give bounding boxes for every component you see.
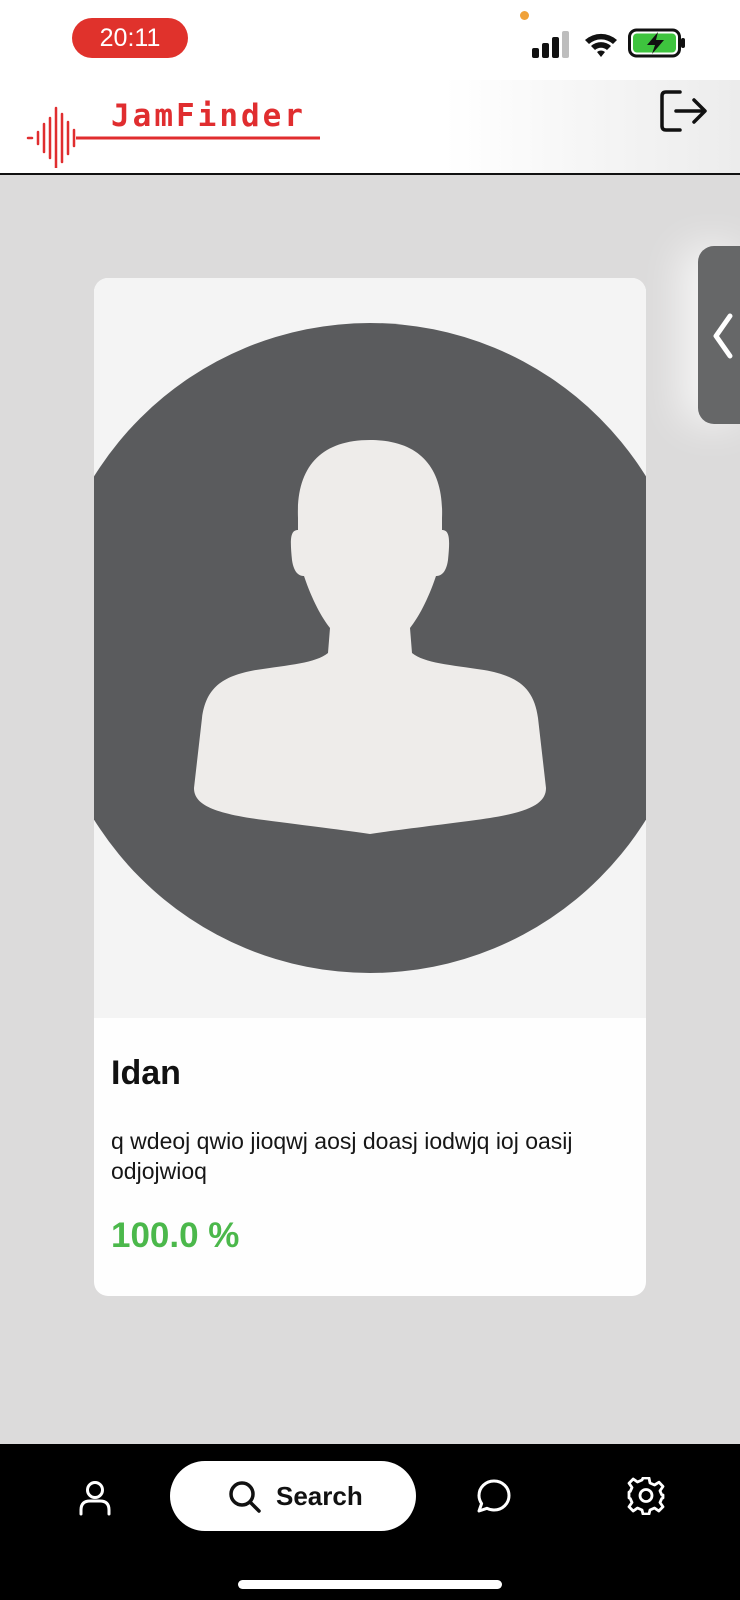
chat-bubble-icon[interactable] (476, 1478, 512, 1514)
wifi-icon (585, 33, 617, 57)
profile-bio: q wdeoj qwio jioqwj aosj doasj iodwjq io… (111, 1128, 573, 1184)
chevron-left-icon (713, 313, 733, 359)
search-icon (229, 1481, 261, 1513)
default-avatar-icon (94, 323, 646, 973)
side-drawer-tab[interactable] (698, 246, 740, 424)
logout-icon[interactable] (658, 86, 710, 136)
gear-icon[interactable] (627, 1477, 665, 1515)
user-icon[interactable] (78, 1480, 112, 1516)
app-header: JamFinder (0, 80, 740, 175)
status-time: 20:11 (72, 18, 188, 58)
search-button-label: Search (276, 1481, 363, 1511)
microphone-indicator-dot (520, 11, 529, 20)
status-bar: 20:11 (0, 0, 740, 80)
profile-name: Idan (111, 1054, 181, 1092)
cellular-signal-icon (532, 31, 569, 58)
profile-avatar-placeholder (94, 278, 646, 1018)
bottom-navigation: Search (0, 1444, 740, 1600)
match-percentage: 100.0 % (111, 1216, 240, 1255)
jamfinder-logo[interactable]: JamFinder (26, 88, 326, 170)
profile-card[interactable]: Idan q wdeoj qwio jioqwj aosj doasj iodw… (94, 278, 646, 1296)
battery-charging-icon (628, 28, 685, 58)
app-title: JamFinder (111, 98, 306, 134)
search-button[interactable]: Search (170, 1461, 416, 1531)
home-indicator (238, 1580, 502, 1589)
